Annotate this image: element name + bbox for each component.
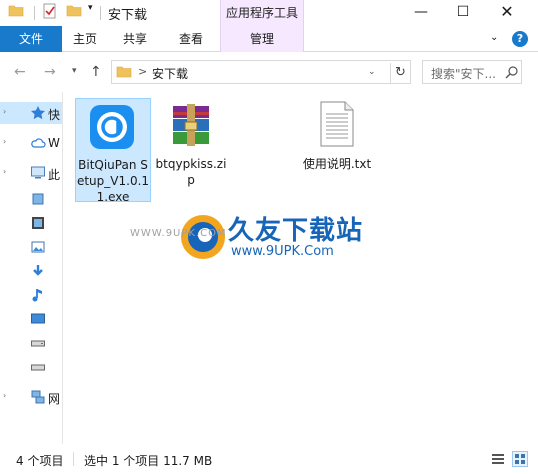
sidebar-item-onedrive[interactable]: › W bbox=[0, 132, 62, 154]
sidebar-item-desktop[interactable] bbox=[0, 308, 62, 330]
tab-view[interactable]: 查看 bbox=[168, 26, 214, 52]
refresh-button[interactable]: ↻ bbox=[390, 63, 410, 83]
address-row: ← → ▾ ↑ > 安下载 ⌄ ↻ 搜索"安下... bbox=[0, 52, 538, 92]
sidebar-item-network[interactable]: › 网 bbox=[0, 386, 62, 408]
file-item[interactable]: btqypkiss.zip bbox=[153, 98, 229, 202]
title-divider bbox=[100, 6, 101, 20]
address-dropdown-button[interactable]: ⌄ bbox=[368, 67, 376, 77]
navigation-pane: › 快 › W › 此 › 网 bbox=[0, 92, 62, 444]
quick-access-divider bbox=[34, 6, 35, 20]
folder-icon bbox=[116, 64, 132, 83]
ribbon-tabs: 文件 主页 共享 查看 管理 ⌄ ? bbox=[0, 26, 538, 52]
tab-manage[interactable]: 管理 bbox=[220, 26, 304, 52]
watermark-title: 久友下载站 bbox=[228, 216, 364, 246]
context-tab-header: 应用程序工具 bbox=[220, 0, 304, 26]
expand-ribbon-button[interactable]: ⌄ bbox=[490, 32, 498, 43]
sidebar-item-pictures[interactable] bbox=[0, 236, 62, 258]
sidebar-item-local-disk[interactable] bbox=[0, 332, 62, 354]
drive-icon bbox=[30, 359, 46, 375]
selection-info: 选中 1 个项目 11.7 MB bbox=[84, 454, 213, 468]
sidebar-item-label: 网 bbox=[48, 392, 61, 406]
sidebar-item-videos[interactable] bbox=[0, 212, 62, 234]
watermark-www: WWW.9UPK.COM bbox=[130, 228, 227, 239]
tab-file[interactable]: 文件 bbox=[0, 26, 62, 52]
forward-button[interactable]: → bbox=[44, 64, 56, 80]
sidebar-item-music[interactable] bbox=[0, 284, 62, 306]
details-view-icon[interactable] bbox=[490, 451, 506, 467]
watermark-url: www.9UPK.Com bbox=[231, 244, 334, 259]
item-count: 4 个项目 bbox=[16, 454, 64, 468]
up-button[interactable]: ↑ bbox=[90, 64, 102, 80]
computer-icon bbox=[30, 165, 46, 181]
music-icon bbox=[30, 287, 46, 303]
expand-arrow-icon[interactable]: › bbox=[3, 137, 6, 146]
breadcrumb-separator[interactable]: > bbox=[138, 65, 147, 78]
text-document-icon bbox=[319, 100, 355, 151]
file-list: BitQiuPan Setup_V1.0.11.exe btqypkiss.zi… bbox=[63, 92, 538, 444]
sidebar-item-disk-2[interactable] bbox=[0, 356, 62, 378]
video-icon bbox=[30, 215, 46, 231]
sidebar-item-downloads[interactable] bbox=[0, 260, 62, 282]
back-button[interactable]: ← bbox=[14, 64, 26, 80]
winrar-archive-icon bbox=[169, 102, 213, 153]
help-icon[interactable]: ? bbox=[512, 31, 528, 47]
sidebar-item-label: 快 bbox=[48, 108, 61, 122]
folder-3d-icon bbox=[30, 191, 46, 207]
desktop-icon bbox=[30, 311, 46, 327]
search-placeholder: 搜索"安下... bbox=[431, 67, 496, 81]
file-name: BitQiuPan Setup_V1.0.11.exe bbox=[76, 158, 150, 204]
maximize-button[interactable]: ☐ bbox=[440, 0, 486, 26]
file-name: btqypkiss.zip bbox=[155, 157, 227, 187]
sidebar-item-label: 此 bbox=[48, 168, 61, 182]
star-icon bbox=[30, 105, 46, 121]
picture-icon bbox=[30, 239, 46, 255]
search-input[interactable]: 搜索"安下... bbox=[422, 60, 522, 84]
address-bar[interactable]: > 安下载 ⌄ ↻ bbox=[111, 60, 411, 84]
expand-arrow-icon[interactable]: › bbox=[3, 167, 6, 176]
search-icon[interactable] bbox=[505, 65, 519, 82]
file-name: 使用说明.txt bbox=[302, 157, 372, 171]
expand-arrow-icon[interactable]: › bbox=[3, 107, 6, 116]
sidebar-item-label: W bbox=[48, 136, 60, 150]
large-icons-view-icon[interactable] bbox=[512, 451, 528, 467]
status-bar: 4 个项目 选中 1 个项目 11.7 MB bbox=[0, 444, 538, 474]
watermark: WWW.9UPK.COM 久友下载站 www.9UPK.Com bbox=[120, 208, 380, 268]
status-divider bbox=[73, 452, 74, 466]
recent-locations-button[interactable]: ▾ bbox=[72, 66, 77, 76]
customize-quick-access-button[interactable]: ▾ bbox=[88, 3, 93, 13]
drive-icon bbox=[30, 335, 46, 351]
file-item[interactable]: 使用说明.txt bbox=[299, 98, 375, 202]
tab-home[interactable]: 主页 bbox=[62, 26, 108, 52]
tab-share[interactable]: 共享 bbox=[112, 26, 158, 52]
title-bar: ▾ 安下载 应用程序工具 — ☐ ✕ bbox=[0, 0, 538, 26]
cloud-icon bbox=[30, 135, 46, 151]
window-title: 安下载 bbox=[108, 8, 148, 23]
properties-check-icon[interactable] bbox=[42, 3, 58, 19]
download-icon bbox=[30, 263, 46, 279]
close-button[interactable]: ✕ bbox=[484, 0, 530, 26]
file-item[interactable]: BitQiuPan Setup_V1.0.11.exe bbox=[75, 98, 151, 204]
bitqiupan-app-icon bbox=[88, 103, 136, 154]
sidebar-item-quick-access[interactable]: › 快 bbox=[0, 102, 62, 124]
network-icon bbox=[30, 389, 46, 405]
breadcrumb-current[interactable]: 安下载 bbox=[152, 65, 188, 82]
minimize-button[interactable]: — bbox=[398, 0, 444, 26]
folder-icon bbox=[8, 3, 24, 19]
sidebar-item-this-pc[interactable]: › 此 bbox=[0, 162, 62, 184]
new-folder-icon[interactable] bbox=[66, 3, 82, 19]
expand-arrow-icon[interactable]: › bbox=[3, 391, 6, 400]
sidebar-item-3d-objects[interactable] bbox=[0, 188, 62, 210]
